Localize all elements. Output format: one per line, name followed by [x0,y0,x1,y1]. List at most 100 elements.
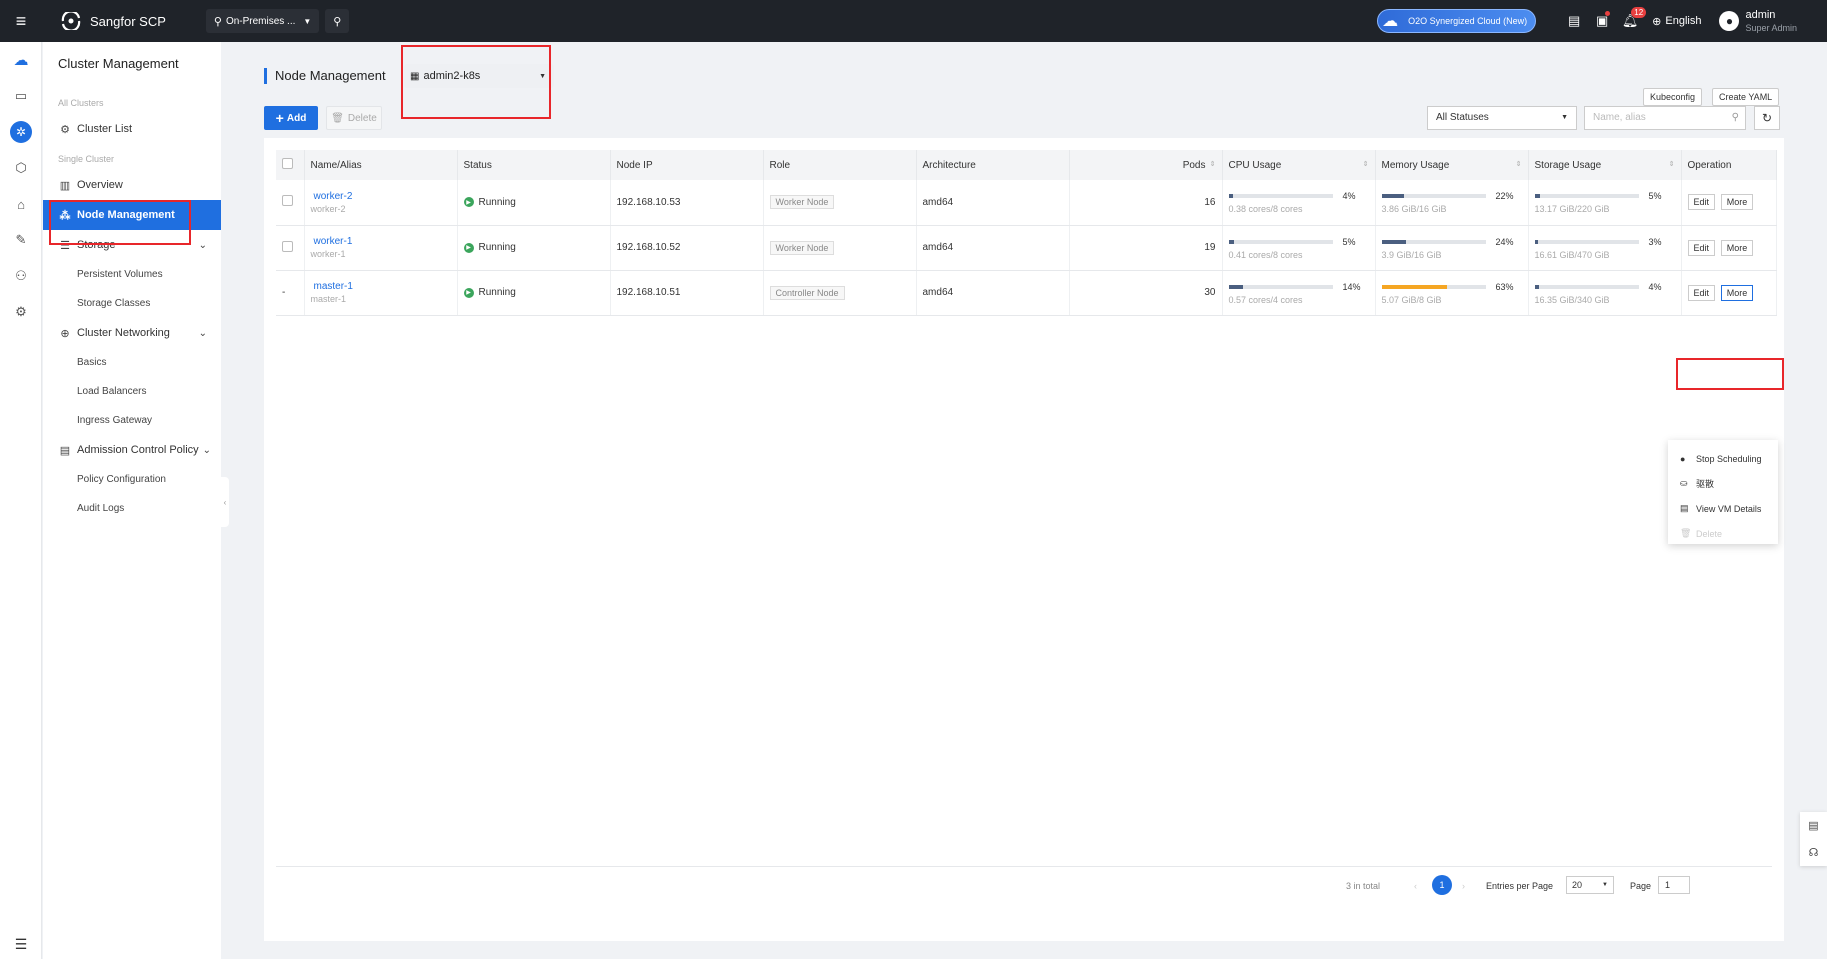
more-button[interactable]: More [1720,284,1754,301]
headset-icon[interactable]: ☊ [1800,839,1827,866]
collapse-menu-icon[interactable]: ☰ [0,936,42,953]
col-memory[interactable]: Memory Usage ⇕ [1375,150,1529,180]
col-pods[interactable]: Pods ⇕ [1069,150,1223,180]
chevron-down-icon: ⌄ [202,444,211,456]
memory-cell: 22% 3.86 GiB/16 GiB [1375,180,1529,226]
document-icon[interactable]: ▤ [1560,13,1588,29]
task-dot [1605,11,1611,16]
status-badge: ▶ Running [463,196,610,208]
mem-usage-percent: 24% [1495,236,1514,247]
region-selector[interactable]: ⚲ On-Premises ... ▼ [205,9,320,33]
sidebar-item-load-balancers[interactable]: Load Balancers [43,377,221,406]
status-filter-select[interactable]: All Statuses ▼ [1427,106,1577,130]
sidebar-item-policy-configuration[interactable]: Policy Configuration [43,465,221,494]
select-all-checkbox[interactable] [282,158,293,169]
search-input[interactable]: Name, alias ⚲ [1584,106,1746,130]
sidebar-item-storage[interactable]: ☰ Storage ⌄ [43,230,221,260]
add-button[interactable]: + Add [264,106,318,130]
next-page-icon[interactable]: › [1462,881,1465,891]
select-cell [276,225,305,271]
monitor-icon[interactable]: ▭ [0,78,42,114]
caret-down-icon: ▼ [1561,114,1568,121]
menu-item-stop-scheduling[interactable]: ● Stop Scheduling [1668,446,1778,471]
stop-icon: ● [1680,453,1686,464]
sidebar-title: Cluster Management [58,56,179,71]
app-logo[interactable]: Sangfor SCP [60,12,166,30]
cluster-selector[interactable]: ▦ admin2-k8s ▼ [404,64,554,88]
sidebar-collapse-handle[interactable]: ‹ [221,477,229,527]
wrench-icon[interactable]: ✎ [0,222,42,258]
kubeconfig-button[interactable]: Kubeconfig [1643,88,1703,106]
node-name-link[interactable]: master-1 [311,281,457,292]
mem-usage-bar [1381,239,1486,244]
col-operation: Operation [1681,150,1777,180]
menu-item-view-vm-details[interactable]: ▤ View VM Details [1668,496,1778,521]
home-cloud-icon[interactable]: ⌂ [0,186,42,222]
sidebar-item-ingress-gateway[interactable]: Ingress Gateway [43,406,221,435]
sidebar-item-persistent-volumes[interactable]: Persistent Volumes [43,260,221,289]
sto-usage-bar [1534,194,1639,199]
edit-button[interactable]: Edit [1687,194,1716,211]
node-name-link[interactable]: worker-1 [311,236,457,247]
kubernetes-icon[interactable]: ✲ [0,114,42,150]
sidebar-item-cluster-networking[interactable]: ⊕ Cluster Networking ⌄ [43,318,221,348]
col-architecture: Architecture [916,150,1070,180]
hamburger-icon[interactable]: ≡ [0,0,42,42]
create-yaml-button[interactable]: Create YAML [1712,88,1780,106]
prev-page-icon[interactable]: ‹ [1414,881,1417,891]
mem-usage-fill [1381,239,1407,244]
col-storage[interactable]: Storage Usage ⇕ [1528,150,1682,180]
o2o-cloud-button[interactable]: ☁ O2O Synergized Cloud (New) [1377,9,1537,33]
menu-item-evict[interactable]: ⛀ 驱散 [1668,471,1778,496]
col-cpu[interactable]: CPU Usage ⇕ [1222,150,1376,180]
sort-icon: ⇕ [1515,161,1522,168]
cloud-icon[interactable]: ☁ [0,42,42,78]
status-text: Running [478,196,516,208]
bell-icon[interactable]: 🔔︎ 12 [1616,7,1647,29]
icon-rail: ☁ ▭ ✲ ⬡ ⌂ ✎ ⚇ ⚙ ☰ [0,42,42,959]
task-icon[interactable]: ▣ [1588,11,1616,29]
sidebar-item-basics[interactable]: Basics [43,348,221,377]
edit-button[interactable]: Edit [1687,284,1716,301]
row-checkbox[interactable] [282,195,293,207]
more-button[interactable]: More [1720,239,1754,256]
delete-button[interactable]: 🗑︎ Delete [326,106,382,130]
edit-button[interactable]: Edit [1687,239,1716,256]
menu-item-label: Stop Scheduling [1696,453,1762,464]
sidebar-item-overview[interactable]: ▥ Overview [43,170,221,200]
user-icon[interactable]: ⚇ [0,258,42,294]
sidebar-item-admission-control[interactable]: ▤ Admission Control Policy ⌄ [43,435,221,465]
sidebar-item-storage-classes[interactable]: Storage Classes [43,289,221,318]
col-node-ip: Node IP [610,150,764,180]
cpu-usage: 4% [1228,190,1375,202]
language-switcher[interactable]: ⊕ English [1652,15,1701,28]
settings-icon[interactable]: ⚙ [0,294,42,330]
table-header-row: Name/Alias Status Node IP Role Architect… [276,150,1777,180]
refresh-button[interactable]: ↻ [1754,106,1780,130]
storage-cell: 5% 13.17 GiB/220 GiB [1528,180,1682,226]
cpu-cell: 14% 0.57 cores/4 cores [1222,270,1376,316]
mem-usage-percent: 22% [1495,191,1514,202]
current-page-button[interactable]: 1 [1432,875,1452,895]
pods-cell: 16 [1069,180,1223,226]
page-number-input[interactable]: 1 [1658,876,1690,894]
page-size-value: 20 [1572,880,1583,890]
page-size-select[interactable]: 20 ▼ [1566,876,1614,894]
sidebar-item-cluster-list[interactable]: ⚙ Cluster List [43,114,221,144]
row-checkbox[interactable] [282,240,293,252]
user-role: Super Admin [1745,22,1797,33]
global-search-icon[interactable]: ⚲ [325,9,350,33]
node-name-link[interactable]: worker-2 [311,191,457,202]
security-icon[interactable]: ⬡ [0,150,42,186]
sidebar-item-audit-logs[interactable]: Audit Logs [43,494,221,523]
sto-usage: 5% [1534,190,1681,202]
node-alias: worker-2 [310,203,346,214]
cpu-usage: 5% [1228,236,1375,248]
status-badge: ▶ Running [463,242,610,253]
more-button[interactable]: More [1720,194,1754,211]
main-content: Node Management ▦ admin2-k8s ▼ Kubeconfi… [264,42,1784,959]
floating-toolbar: ▤ ☊ [1800,812,1827,866]
sidebar-item-node-management[interactable]: ⁂ Node Management [43,200,221,230]
doc-list-icon[interactable]: ▤ [1800,812,1827,839]
user-menu[interactable]: ● admin Super Admin [1719,9,1797,34]
